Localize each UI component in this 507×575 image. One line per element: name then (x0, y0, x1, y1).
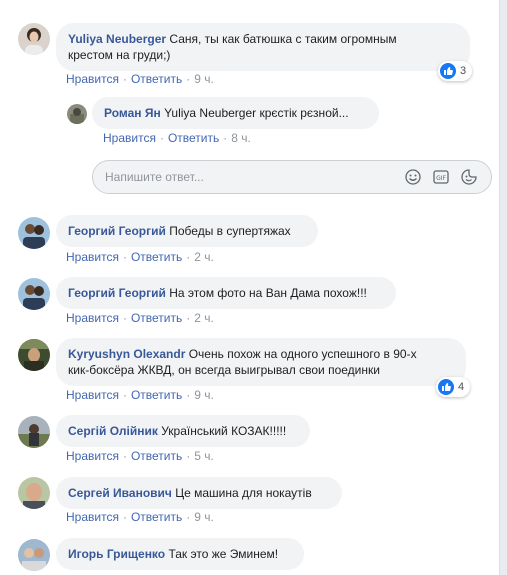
timestamp[interactable]: 9 ч. (194, 510, 214, 524)
svg-text:GIF: GIF (436, 175, 446, 182)
comment-text: Победы в супертяжах (169, 224, 291, 238)
timestamp[interactable]: 9 ч. (194, 388, 214, 402)
comment-author[interactable]: Георгий Георгий (68, 286, 166, 300)
comment-actions: Нравится · Ответить · 2 ч. (66, 250, 214, 264)
gif-icon[interactable]: GIF (433, 169, 449, 185)
like-button[interactable]: Нравится (66, 449, 119, 463)
avatar[interactable] (18, 217, 50, 249)
avatar[interactable] (18, 339, 50, 371)
timestamp[interactable]: 9 ч. (194, 72, 214, 86)
avatar[interactable] (18, 539, 50, 571)
comment-author[interactable]: Роман Ян (104, 106, 161, 120)
timestamp[interactable]: 2 ч. (194, 250, 214, 264)
avatar[interactable] (18, 416, 50, 448)
comment-actions: Нравится · Ответить · 9 ч. (66, 72, 214, 86)
reply-placeholder: Напишите ответ... (105, 170, 204, 184)
reply-button[interactable]: Ответить (131, 388, 182, 402)
emoji-icon[interactable] (405, 169, 421, 185)
comment-text: крестом на груди;) (68, 48, 171, 62)
comment-actions: Нравится · Ответить · 2 ч. (66, 311, 214, 325)
comment-bubble: Игорь Грищенко Так это же Эминем! (56, 538, 304, 570)
comment-actions: Нравится · Ответить · 8 ч. (103, 131, 251, 145)
comment-text: Український КОЗАК!!!!! (161, 424, 287, 438)
reply-input[interactable]: Напишите ответ... GIF (92, 160, 492, 194)
comment-author[interactable]: Kyryushyn Olexandr (68, 347, 185, 361)
timestamp[interactable]: 5 ч. (194, 449, 214, 463)
reply-button[interactable]: Ответить (168, 131, 219, 145)
like-button[interactable]: Нравится (103, 131, 156, 145)
reply-button[interactable]: Ответить (131, 72, 182, 86)
comment-bubble: Георгий Георгий Победы в супертяжах (56, 215, 318, 247)
avatar[interactable] (67, 104, 87, 124)
like-button[interactable]: Нравится (66, 250, 119, 264)
like-button[interactable]: Нравится (66, 311, 119, 325)
sticker-icon[interactable] (461, 169, 477, 185)
comment-author[interactable]: Yuliya Neuberger (68, 32, 166, 46)
comment-text: На этом фото на Ван Дама похож!!! (169, 286, 367, 300)
comment-bubble: Георгий Георгий На этом фото на Ван Дама… (56, 277, 396, 309)
reaction-count[interactable]: 3 (438, 61, 473, 81)
comment-bubble: Сергей Иванович Це машина для нокаутів (56, 477, 342, 509)
comment-text: Yuliya Neuberger крєстік рєзной... (164, 106, 349, 120)
like-button[interactable]: Нравится (66, 388, 119, 402)
avatar[interactable] (18, 278, 50, 310)
comment-text: Саня, ты как батюшка с таким огромным (169, 32, 397, 46)
comment-bubble: Yuliya Neuberger Саня, ты как батюшка с … (56, 23, 470, 71)
timestamp[interactable]: 8 ч. (231, 131, 251, 145)
comment-author[interactable]: Сергій Олійник (68, 424, 158, 438)
timestamp[interactable]: 2 ч. (194, 311, 214, 325)
comment-author[interactable]: Игорь Грищенко (68, 547, 165, 561)
like-icon (440, 63, 456, 79)
comment-actions: Нравится · Ответить · 9 ч. (66, 388, 214, 402)
comment-actions: Нравится · Ответить · 9 ч. (66, 510, 214, 524)
reply-button[interactable]: Ответить (131, 311, 182, 325)
reply-bubble: Роман Ян Yuliya Neuberger крєстік рєзной… (92, 97, 379, 129)
comment-bubble: Сергій Олійник Український КОЗАК!!!!! (56, 415, 310, 447)
reply-button[interactable]: Ответить (131, 449, 182, 463)
comment-author[interactable]: Сергей Иванович (68, 486, 172, 500)
comment-actions: Нравится · Ответить · 5 ч. (66, 449, 214, 463)
like-button[interactable]: Нравится (66, 510, 119, 524)
reply-button[interactable]: Ответить (131, 250, 182, 264)
avatar[interactable] (18, 23, 50, 55)
reaction-count[interactable]: 4 (436, 377, 471, 397)
comment-text: Очень похож на одного успешного в 90-х (188, 347, 417, 361)
like-button[interactable]: Нравится (66, 72, 119, 86)
comment-text: Це машина для нокаутів (175, 486, 312, 500)
scrollbar-track[interactable] (499, 0, 507, 575)
comment-text: кик-боксёра ЖКВД, он всегда выигрывал св… (68, 363, 380, 377)
like-icon (438, 379, 454, 395)
reply-button[interactable]: Ответить (131, 510, 182, 524)
comment-bubble: Kyryushyn Olexandr Очень похож на одного… (56, 338, 466, 386)
comment-author[interactable]: Георгий Георгий (68, 224, 166, 238)
avatar[interactable] (18, 477, 50, 509)
comment-text: Так это же Эминем! (168, 547, 279, 561)
